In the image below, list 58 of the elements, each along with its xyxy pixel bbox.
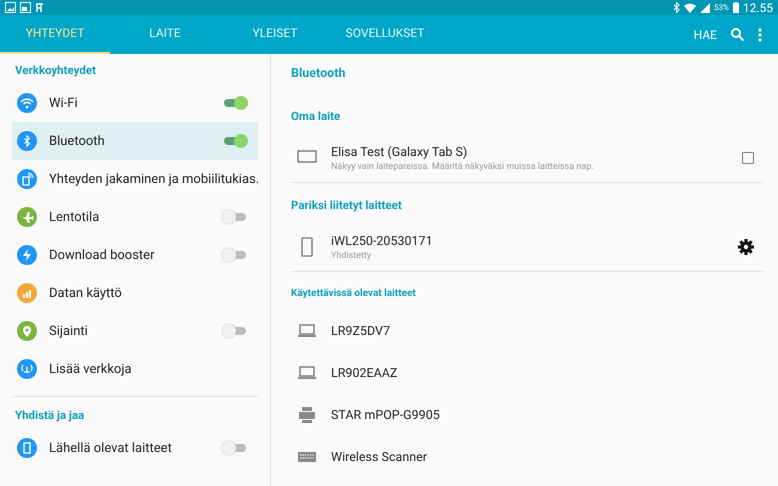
- clock-time: 12.55: [742, 0, 773, 14]
- settings-item[interactable]: Datan käyttö: [12, 274, 258, 312]
- device-item[interactable]: LR9Z5DV7: [291, 310, 764, 352]
- toggle-switch[interactable]: [224, 213, 246, 221]
- settings-item[interactable]: Lähellä olevat laitteet: [12, 429, 258, 467]
- section-heading: Oma laite: [291, 108, 342, 125]
- newspaper-icon: [35, 2, 44, 13]
- bluetooth-icon: [673, 2, 680, 13]
- section-heading: Yhdistä ja jaa: [14, 407, 86, 424]
- more-options-icon: [758, 28, 762, 42]
- section-heading: Käytettävissä olevat laitteet: [291, 287, 417, 301]
- item-label: Download booster: [49, 248, 156, 262]
- device-name: iWL250-20530171: [331, 234, 434, 248]
- page-title: Bluetooth: [291, 65, 346, 83]
- item-label: Wi-Fi: [49, 96, 79, 110]
- section-heading: Pariksi liitetyt laitteet: [291, 197, 403, 214]
- toggle-switch[interactable]: [224, 251, 246, 259]
- settings-icon[interactable]: [738, 239, 754, 255]
- settings-item[interactable]: Bluetooth: [12, 122, 258, 160]
- item-label: Datan käyttö: [49, 286, 123, 300]
- printer-icon: [297, 405, 317, 425]
- wifi-icon: [684, 2, 696, 12]
- picture-icon: [5, 2, 16, 13]
- device-status: Yhdistetty: [331, 250, 372, 260]
- battery-icon: [732, 2, 739, 13]
- toggle-switch[interactable]: [224, 137, 246, 145]
- device-status: Näkyy vain laitepareissa. Määritä näkyväksi muissa laitteissa nap.: [331, 162, 595, 172]
- toggle-switch[interactable]: [224, 327, 246, 335]
- item-label: Lentotila: [49, 210, 100, 224]
- visibility-checkbox[interactable]: [742, 152, 754, 164]
- signal-icon: [700, 2, 710, 12]
- toggle-switch[interactable]: [224, 99, 246, 107]
- device-item[interactable]: iWL250-20530171 Yhdistetty: [291, 223, 764, 271]
- item-label: Yhteyden jakaminen ja mobiilitukias.: [49, 172, 260, 186]
- search-icon: [731, 28, 744, 41]
- device-name: LR9Z5DV7: [331, 324, 392, 338]
- item-label: Lähellä olevat laitteet: [49, 440, 173, 456]
- device-name: Wireless Scanner: [331, 450, 428, 464]
- item-label: Bluetooth: [49, 134, 106, 148]
- device-name: STAR mPOP-G9905: [331, 408, 441, 422]
- picture-icon: [20, 2, 31, 13]
- item-label: Sijainti: [49, 324, 89, 338]
- settings-item[interactable]: Download booster: [12, 236, 258, 274]
- toggle-switch[interactable]: [224, 444, 246, 452]
- battery-percent: 53%: [714, 3, 729, 12]
- settings-item[interactable]: Lentotila: [12, 198, 258, 236]
- device-item[interactable]: Elisa Test (Galaxy Tab S) Näkyy vain laitepareissa. Määritä näkyväksi muissa laitteissa nap.: [291, 134, 764, 182]
- item-label: Lisää verkkoja: [49, 362, 133, 376]
- device-item[interactable]: STAR mPOP-G9905: [291, 394, 764, 436]
- device-name: Elisa Test (Galaxy Tab S): [331, 144, 468, 160]
- settings-item[interactable]: Wi-Fi: [12, 84, 258, 122]
- settings-item[interactable]: Lisää verkkoja: [12, 350, 258, 388]
- device-item[interactable]: LR902EAAZ: [291, 352, 764, 394]
- device-item[interactable]: Wireless Scanner: [291, 436, 764, 478]
- settings-item[interactable]: Sijainti: [12, 312, 258, 350]
- section-heading: Verkkoyhteydet: [14, 62, 97, 79]
- device-name: LR902EAAZ: [331, 366, 398, 380]
- settings-item[interactable]: Yhteyden jakaminen ja mobiilitukias.: [12, 160, 258, 198]
